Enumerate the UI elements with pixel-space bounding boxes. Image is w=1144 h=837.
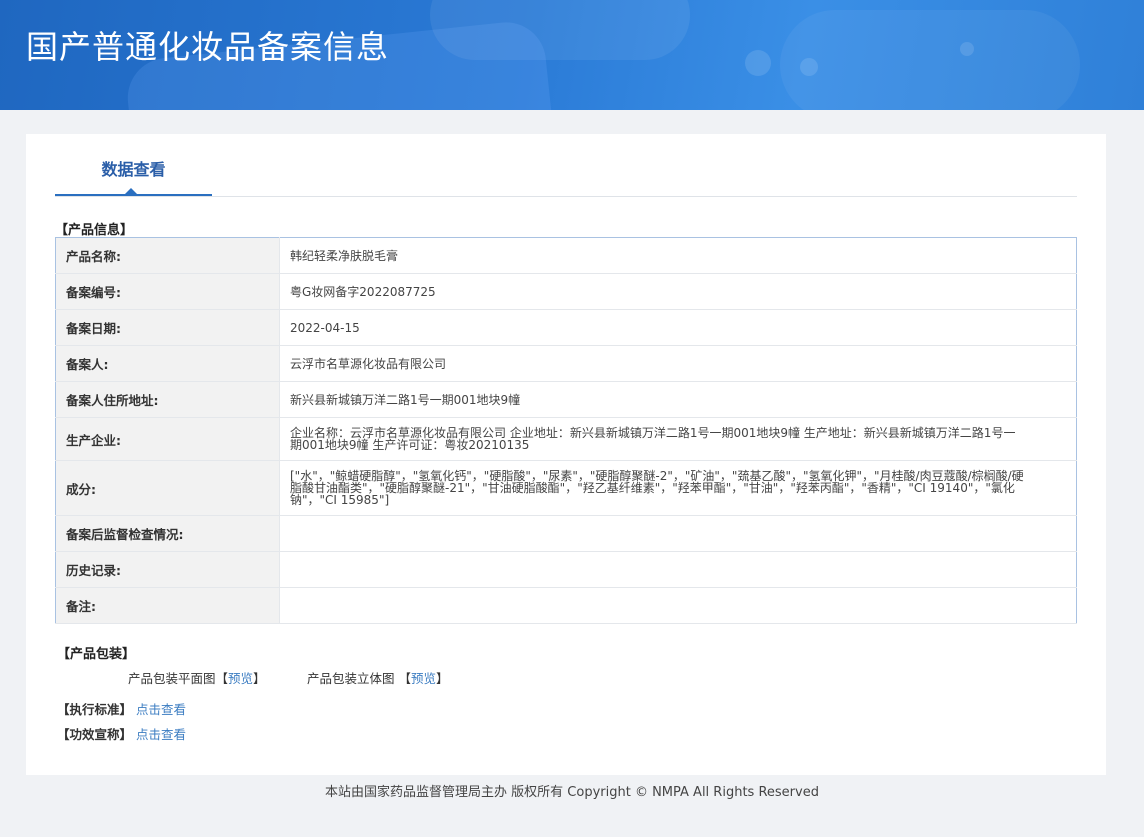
row-value: 企业名称：云浮市名草源化妆品有限公司 企业地址：新兴县新城镇万洋二路1号一期00… [279,417,1077,461]
row-value [279,587,1077,624]
tab-label: 数据查看 [101,160,166,179]
header-decoration [960,42,974,56]
product-info-heading: 【产品信息】 [55,223,134,238]
page-header: 国产普通化妆品备案信息 [0,0,1144,110]
table-row: 备案编号: 粤G妆网备字2022087725 [55,273,1077,310]
product-info-table: 产品名称: 韩纪轻柔净肤脱毛膏 备案编号: 粤G妆网备字2022087725 备… [55,237,1077,624]
header-decoration [800,58,818,76]
tab-data-view[interactable]: 数据查看 [55,134,212,196]
table-row: 历史记录: [55,551,1077,588]
row-label: 历史记录: [55,551,280,588]
packaging-solid-preview-link[interactable]: 预览 [411,671,436,686]
row-label: 产品名称: [55,237,280,274]
header-decoration [430,0,690,60]
packaging-flat-item: 产品包装平面图【预览】 [128,671,266,686]
row-value: 2022-04-15 [279,309,1077,346]
table-row: 备案日期: 2022-04-15 [55,309,1077,346]
content-card: 数据查看 【产品信息】 产品名称: 韩纪轻柔净肤脱毛膏 备案编号: 粤G妆网备字… [26,134,1106,775]
packaging-heading: 【产品包装】 [57,647,136,662]
row-value: 新兴县新城镇万洋二路1号一期001地块9幢 [279,381,1077,418]
table-row: 备注: [55,587,1077,624]
standard-view-link[interactable]: 点击查看 [136,702,186,717]
packaging-flat-preview-link[interactable]: 预览 [228,671,253,686]
row-value: 韩纪轻柔净肤脱毛膏 [279,237,1077,274]
efficacy-row: 【功效宣称】 点击查看 [57,724,186,743]
table-row: 备案人住所地址: 新兴县新城镇万洋二路1号一期001地块9幢 [55,381,1077,418]
row-label: 备案日期: [55,309,280,346]
table-row: 生产企业: 企业名称：云浮市名草源化妆品有限公司 企业地址：新兴县新城镇万洋二路… [55,417,1077,461]
table-row: 成分: ["水"，"鲸蜡硬脂醇"，"氢氧化钙"，"硬脂酸"，"尿素"，"硬脂醇聚… [55,460,1077,516]
standard-row: 【执行标准】 点击查看 [57,699,186,718]
row-label: 备案人住所地址: [55,381,280,418]
packaging-solid-label: 产品包装立体图 [307,671,395,686]
row-value: ["水"，"鲸蜡硬脂醇"，"氢氧化钙"，"硬脂酸"，"尿素"，"硬脂醇聚醚-2"… [279,460,1077,516]
row-label: 生产企业: [55,417,280,461]
row-value [279,515,1077,552]
page-footer: 本站由国家药品监督管理局主办 版权所有 Copyright © NMPA All… [325,785,819,800]
header-decoration [780,10,1080,110]
efficacy-label: 【功效宣称】 [57,727,133,742]
row-label: 成分: [55,460,280,516]
efficacy-view-link[interactable]: 点击查看 [136,727,186,742]
row-value [279,551,1077,588]
tab-bar: 数据查看 [55,134,1077,197]
table-row: 备案后监督检查情况: [55,515,1077,552]
table-row: 备案人: 云浮市名草源化妆品有限公司 [55,345,1077,382]
table-row: 产品名称: 韩纪轻柔净肤脱毛膏 [55,237,1077,274]
row-value: 云浮市名草源化妆品有限公司 [279,345,1077,382]
row-value: 粤G妆网备字2022087725 [279,273,1077,310]
packaging-solid-item: 产品包装立体图 【预览】 [307,671,449,686]
header-decoration [745,50,771,76]
page-title: 国产普通化妆品备案信息 [26,28,390,66]
row-label: 备案人: [55,345,280,382]
row-label: 备注: [55,587,280,624]
tab-caret-icon [125,188,137,194]
row-label: 备案编号: [55,273,280,310]
row-label: 备案后监督检查情况: [55,515,280,552]
packaging-flat-label: 产品包装平面图 [128,671,216,686]
standard-label: 【执行标准】 [57,702,133,717]
